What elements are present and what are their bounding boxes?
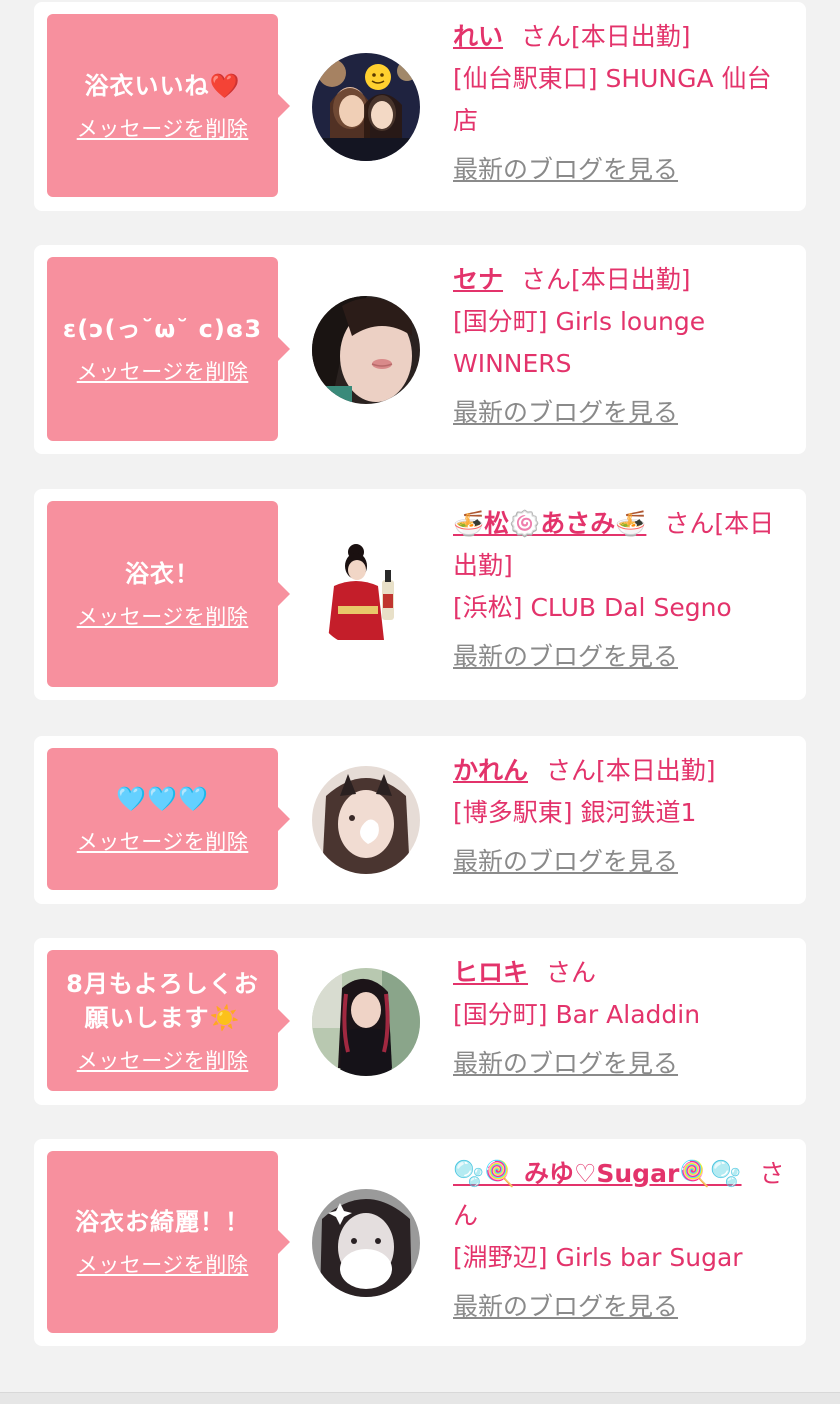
- avatar[interactable]: [312, 53, 420, 161]
- latest-blog-link[interactable]: 最新のブログを見る: [453, 150, 678, 190]
- sender-name-link[interactable]: 🍜松🍥あさみ🍜: [453, 509, 646, 538]
- message-list: 浴衣いいね❤️ メッセージを削除 れい さん[本日出勤] [仙台駅東口] SHU…: [0, 0, 840, 1404]
- attendance-status: [本日出勤]: [571, 22, 691, 51]
- sender-name-link[interactable]: れい: [453, 22, 503, 51]
- message-bubble: 8月もよろしくお願いします☀️ メッセージを削除: [47, 950, 290, 1091]
- avatar[interactable]: [312, 766, 420, 874]
- attendance-status: [本日出勤]: [596, 756, 716, 785]
- sender-info: 🍜松🍥あさみ🍜 さん[本日出勤] [浜松] CLUB Dal Segno 最新のブ…: [453, 503, 793, 678]
- avatar-photo-icon: [312, 540, 420, 648]
- latest-blog-link[interactable]: 最新のブログを見る: [453, 842, 678, 882]
- sender-info: れい さん[本日出勤] [仙台駅東口] SHUNGA 仙台店 最新のブログを見る: [453, 16, 793, 191]
- avatar-photo-icon: [312, 766, 420, 874]
- message-bubble: 🩵🩵🩵 メッセージを削除: [47, 748, 290, 890]
- shop-name: [博多駅東] 銀河鉄道1: [453, 798, 697, 827]
- attendance-status: [本日出勤]: [571, 265, 691, 294]
- message-bubble: 浴衣いいね❤️ メッセージを削除: [47, 14, 290, 197]
- sender-info: セナ さん[本日出勤] [国分町] Girls lounge WINNERS 最新…: [453, 259, 793, 434]
- delete-message-link[interactable]: メッセージを削除: [77, 826, 249, 856]
- shop-name: [淵野辺] Girls bar Sugar: [453, 1243, 743, 1272]
- sender-info: ヒロキ さん [国分町] Bar Aladdin 最新のブログを見る: [453, 952, 793, 1085]
- delete-message-link[interactable]: メッセージを削除: [77, 601, 249, 631]
- message-text: 浴衣！: [125, 560, 200, 588]
- message-text: 8月もよろしくお願いします☀️: [66, 969, 259, 1032]
- latest-blog-link[interactable]: 最新のブログを見る: [453, 393, 678, 433]
- avatar[interactable]: [312, 540, 420, 648]
- shop-name: [浜松] CLUB Dal Segno: [453, 593, 732, 622]
- delete-message-link[interactable]: メッセージを削除: [77, 1249, 249, 1279]
- honorific: さん: [546, 756, 597, 785]
- message-text: ɛ(ɔ(っ˘ω˘ c)ɞ3: [62, 315, 263, 343]
- shop-name: [国分町] Bar Aladdin: [453, 1000, 701, 1029]
- honorific: さん: [521, 22, 572, 51]
- sender-name-link[interactable]: ヒロキ: [453, 958, 528, 987]
- avatar-photo-icon: [312, 53, 420, 161]
- list-item: 8月もよろしくお願いします☀️ メッセージを削除 ヒロキ さん [国分町] Bar…: [34, 938, 806, 1105]
- latest-blog-link[interactable]: 最新のブログを見る: [453, 637, 678, 677]
- honorific: さん: [546, 958, 597, 987]
- latest-blog-link[interactable]: 最新のブログを見る: [453, 1287, 678, 1327]
- bottom-bar: [0, 1392, 840, 1404]
- message-text: 浴衣いいね❤️: [84, 71, 241, 100]
- delete-message-link[interactable]: メッセージを削除: [77, 356, 249, 386]
- sender-info: かれん さん[本日出勤] [博多駅東] 銀河鉄道1 最新のブログを見る: [453, 750, 793, 883]
- avatar-photo-icon: [312, 968, 420, 1076]
- list-item: 浴衣お綺麗！！ メッセージを削除 🫧🍭 みゆ♡Sugar🍭🫧 さん [淵野辺] G…: [34, 1139, 806, 1346]
- message-text: 🩵🩵🩵: [116, 785, 209, 813]
- avatar[interactable]: [312, 968, 420, 1076]
- honorific: さん: [521, 265, 572, 294]
- list-item: 浴衣！ メッセージを削除 🍜松🍥あさみ🍜 さん[本日出勤] [浜松] CLUB D…: [34, 489, 806, 700]
- message-bubble: 浴衣お綺麗！！ メッセージを削除: [47, 1151, 290, 1333]
- delete-message-link[interactable]: メッセージを削除: [77, 113, 249, 143]
- message-bubble: 浴衣！ メッセージを削除: [47, 501, 290, 687]
- honorific: さん: [664, 509, 715, 538]
- sender-name-link[interactable]: かれん: [453, 756, 528, 785]
- avatar-photo-icon: [312, 1189, 420, 1297]
- shop-name: [国分町] Girls lounge WINNERS: [453, 307, 706, 378]
- sender-name-link[interactable]: 🫧🍭 みゆ♡Sugar🍭🫧: [453, 1159, 742, 1188]
- message-bubble: ɛ(ɔ(っ˘ω˘ c)ɞ3 メッセージを削除: [47, 257, 290, 441]
- list-item: 🩵🩵🩵 メッセージを削除 かれん さん[本日出勤] [博多駅東] 銀河鉄道1 最新…: [34, 736, 806, 904]
- avatar-photo-icon: [312, 296, 420, 404]
- list-item: 浴衣いいね❤️ メッセージを削除 れい さん[本日出勤] [仙台駅東口] SHU…: [34, 2, 806, 211]
- shop-name: [仙台駅東口] SHUNGA 仙台店: [453, 64, 772, 135]
- sender-info: 🫧🍭 みゆ♡Sugar🍭🫧 さん [淵野辺] Girls bar Sugar 最新…: [453, 1153, 793, 1328]
- delete-message-link[interactable]: メッセージを削除: [77, 1045, 249, 1075]
- latest-blog-link[interactable]: 最新のブログを見る: [453, 1044, 678, 1084]
- avatar[interactable]: [312, 296, 420, 404]
- avatar[interactable]: [312, 1189, 420, 1297]
- sender-name-link[interactable]: セナ: [453, 265, 503, 294]
- message-text: 浴衣お綺麗！！: [75, 1208, 250, 1236]
- list-item: ɛ(ɔ(っ˘ω˘ c)ɞ3 メッセージを削除 セナ さん[本日出勤] [国分町] …: [34, 245, 806, 454]
